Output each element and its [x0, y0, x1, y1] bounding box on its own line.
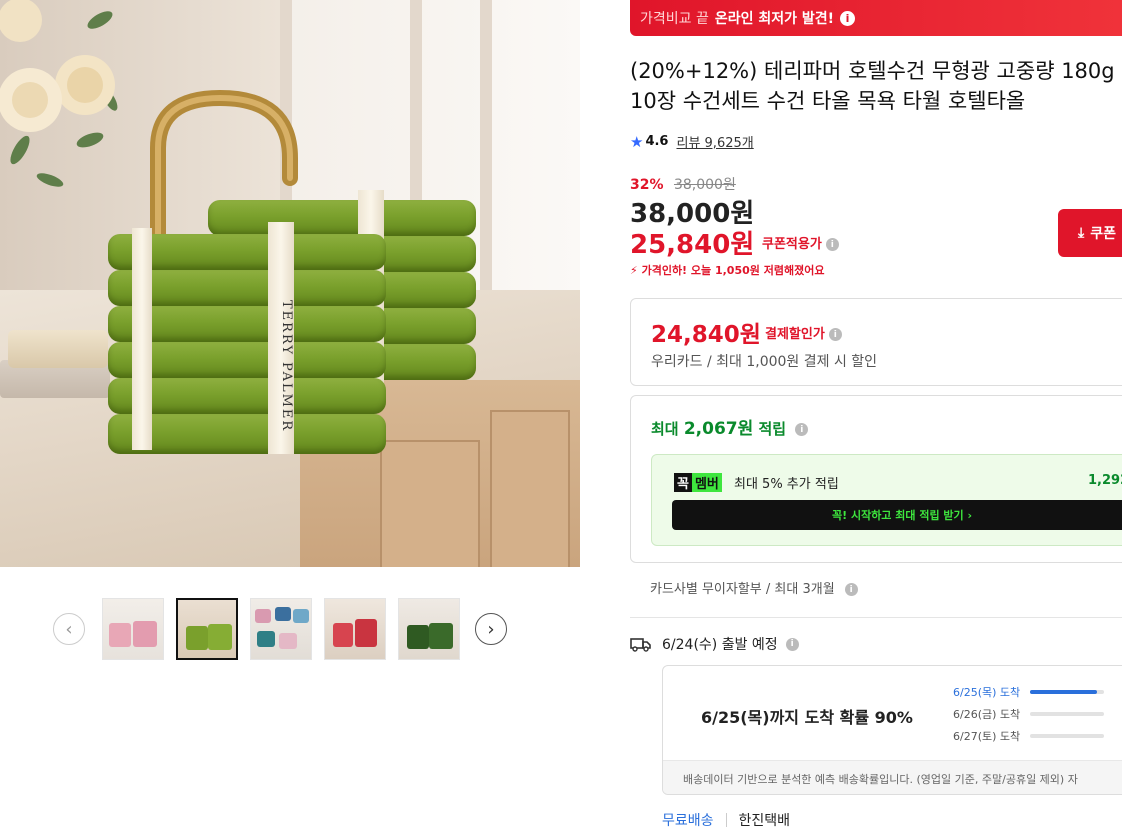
soap-bar	[8, 330, 108, 368]
member-start-button[interactable]: 꼭! 시작하고 최대 적립 받기 ›	[672, 500, 1122, 530]
thumbnail-dark-green-towels[interactable]	[398, 598, 460, 660]
product-title: (20%+12%) 테리파머 호텔수건 무형광 고중량 180g 10장 수건세…	[630, 59, 1115, 113]
divider	[630, 617, 1122, 618]
departure-text: 6/24(수) 출발 예정	[662, 637, 778, 653]
points-prefix: 최대	[651, 420, 679, 438]
coupon-price-label: 쿠폰적용가 i	[762, 233, 839, 252]
info-icon[interactable]: i	[785, 637, 799, 651]
installment-text: 카드사별 무이자할부 / 최대 3개월	[650, 582, 835, 597]
chevron-left-icon: ‹	[65, 618, 73, 640]
arrival-row-label: 6/26(금) 도착	[953, 708, 1021, 721]
arrival-probability-bar	[1030, 734, 1105, 738]
points-card: 최대 2,067원 적립 i 꼭 멤버 최대 5% 추가 적립 1,292 꼭!…	[630, 395, 1122, 563]
shipping-method-row: 무료배송 한진택배	[662, 810, 790, 830]
review-count-link[interactable]: 리뷰 9,625개	[676, 132, 753, 151]
thumbnail-red-towels[interactable]	[324, 598, 386, 660]
thumbnail-pink-towels[interactable]	[102, 598, 164, 660]
arrival-row: 6/25(목) 도착	[953, 684, 1105, 700]
coupon-button-label: 쿠폰	[1090, 226, 1116, 242]
payment-discount-amount: 24,840원	[651, 322, 761, 348]
member-badge-part1: 꼭	[674, 473, 692, 492]
discount-percent: 32%	[630, 177, 664, 193]
member-benefit-box: 꼭 멤버 최대 5% 추가 적립 1,292 꼭! 시작하고 최대 적립 받기 …	[651, 454, 1122, 546]
points-headline: 최대 2,067원 적립 i	[651, 414, 809, 439]
original-price: 38,000원	[673, 177, 736, 193]
towel-stack-front	[108, 222, 386, 454]
flowers-decoration	[0, 0, 118, 187]
download-coupon-button[interactable]: ⤓ 쿠폰	[1058, 209, 1122, 257]
separator	[725, 813, 727, 827]
arrival-row: 6/26(금) 도착	[953, 706, 1105, 722]
arrival-probability-bar	[1030, 690, 1105, 694]
member-badge: 꼭 멤버	[674, 473, 722, 492]
points-amount: 2,067원	[683, 419, 754, 439]
banner-prefix: 가격비교 끝	[640, 11, 709, 27]
towel-brand-label: TERRY PALMER	[279, 300, 294, 433]
member-benefit-text: 최대 5% 추가 적립	[734, 477, 839, 492]
main-product-image: TERRY PALMER	[0, 0, 580, 567]
carrier-label: 한진택배	[738, 813, 791, 829]
free-shipping-label: 무료배송	[662, 813, 714, 829]
arrival-row-label: 6/25(목) 도착	[953, 686, 1021, 699]
coupon-price: 25,840원	[630, 230, 755, 260]
arrival-probability: 6/25(목)까지 도착 확률 90%	[701, 708, 913, 727]
payment-discount-label: 결제할인가 i	[765, 323, 842, 342]
points-suffix: 적립	[758, 420, 787, 438]
discount-row: 32% 38,000원	[630, 174, 736, 194]
info-icon[interactable]: i	[828, 328, 842, 341]
payment-discount-detail: 우리카드 / 최대 1,000원 결제 시 할인	[651, 354, 878, 370]
info-icon[interactable]: i	[844, 583, 858, 596]
coupon-price-label-text: 쿠폰적용가	[762, 237, 822, 252]
payment-discount-label-text: 결제할인가	[765, 327, 825, 342]
shipping-departure: 6/24(수) 출발 예정 i	[630, 634, 799, 654]
truck-icon	[630, 638, 651, 652]
member-benefit-amount: 1,292	[1088, 473, 1122, 488]
price-drop-note: ⚡ 가격인하! 오늘 1,050원 저렴해졌어요	[630, 262, 824, 278]
star-icon: ★	[630, 132, 644, 151]
arrival-probability-bar	[1030, 712, 1105, 716]
product-info-panel: 가격비교 끝 온라인 최저가 발견! i (20%+12%) 테리파머 호텔수건…	[630, 0, 1122, 839]
delivery-probability-box: 6/25(목)까지 도착 확률 90% 6/25(목) 도착 6/26(금) 도…	[662, 665, 1122, 795]
rating-row: ★ 4.6 리뷰 9,625개	[630, 132, 754, 152]
member-badge-part2: 멤버	[691, 473, 722, 492]
download-icon: ⤓	[1078, 225, 1085, 241]
arrival-row: 6/27(토) 도착	[953, 728, 1105, 744]
price-drop-icon: ⚡	[630, 264, 638, 277]
info-icon[interactable]: i	[840, 10, 856, 26]
info-icon[interactable]: i	[795, 423, 809, 436]
thumbnail-next-button[interactable]: ›	[475, 613, 507, 645]
arrival-row-label: 6/27(토) 도착	[953, 730, 1021, 743]
info-icon[interactable]: i	[825, 238, 839, 251]
banner-highlight: 온라인 최저가 발견!	[714, 11, 835, 27]
thumbnail-prev-button[interactable]: ‹	[53, 613, 85, 645]
rating-score: 4.6	[645, 134, 669, 149]
delivery-footnote: 배송데이터 기반으로 분석한 예측 배송확률입니다. (영업일 기준, 주말/공…	[663, 760, 1122, 794]
payment-discount-card: 24,840원 결제할인가 i 우리카드 / 최대 1,000원 결제 시 할인	[630, 298, 1122, 386]
thumbnail-multicolor-towels[interactable]	[250, 598, 312, 660]
installment-info: 카드사별 무이자할부 / 최대 3개월 i	[650, 578, 858, 597]
thumbnail-green-towels[interactable]	[176, 598, 238, 660]
chevron-right-icon: ›	[487, 618, 495, 640]
price-drop-text: 가격인하! 오늘 1,050원 저렴해졌어요	[641, 264, 825, 277]
lowest-price-banner[interactable]: 가격비교 끝 온라인 최저가 발견! i	[630, 0, 1122, 36]
